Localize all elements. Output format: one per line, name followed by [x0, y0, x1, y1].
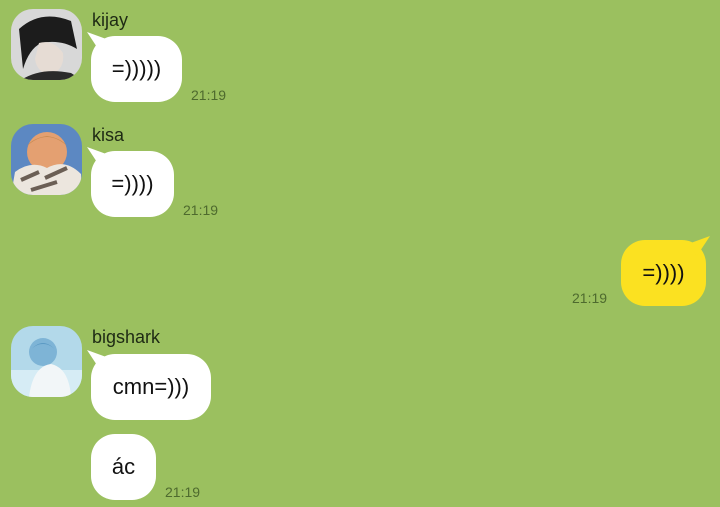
sender-name: kijay [92, 10, 129, 30]
message-timestamp: 21:19 [183, 202, 219, 218]
message-timestamp: 21:19 [165, 484, 201, 500]
sender-name: bigshark [92, 327, 161, 347]
sender-name: kisa [92, 125, 125, 145]
message-timestamp: 21:19 [572, 290, 608, 306]
message-bubble[interactable]: cmn=))) [91, 354, 211, 420]
message-bubble[interactable]: =)))) [91, 151, 174, 217]
avatar[interactable] [11, 326, 82, 397]
kijay-avatar [11, 9, 82, 80]
outgoing-message-bubble[interactable]: =)))) [621, 240, 706, 306]
bigshark-avatar [11, 326, 82, 397]
message-bubble[interactable]: ác [91, 434, 156, 500]
avatar[interactable] [11, 124, 82, 195]
avatar[interactable] [11, 9, 82, 80]
message-bubble[interactable]: =))))) [91, 36, 182, 102]
message-timestamp: 21:19 [191, 87, 227, 103]
kisa-avatar [11, 124, 82, 195]
